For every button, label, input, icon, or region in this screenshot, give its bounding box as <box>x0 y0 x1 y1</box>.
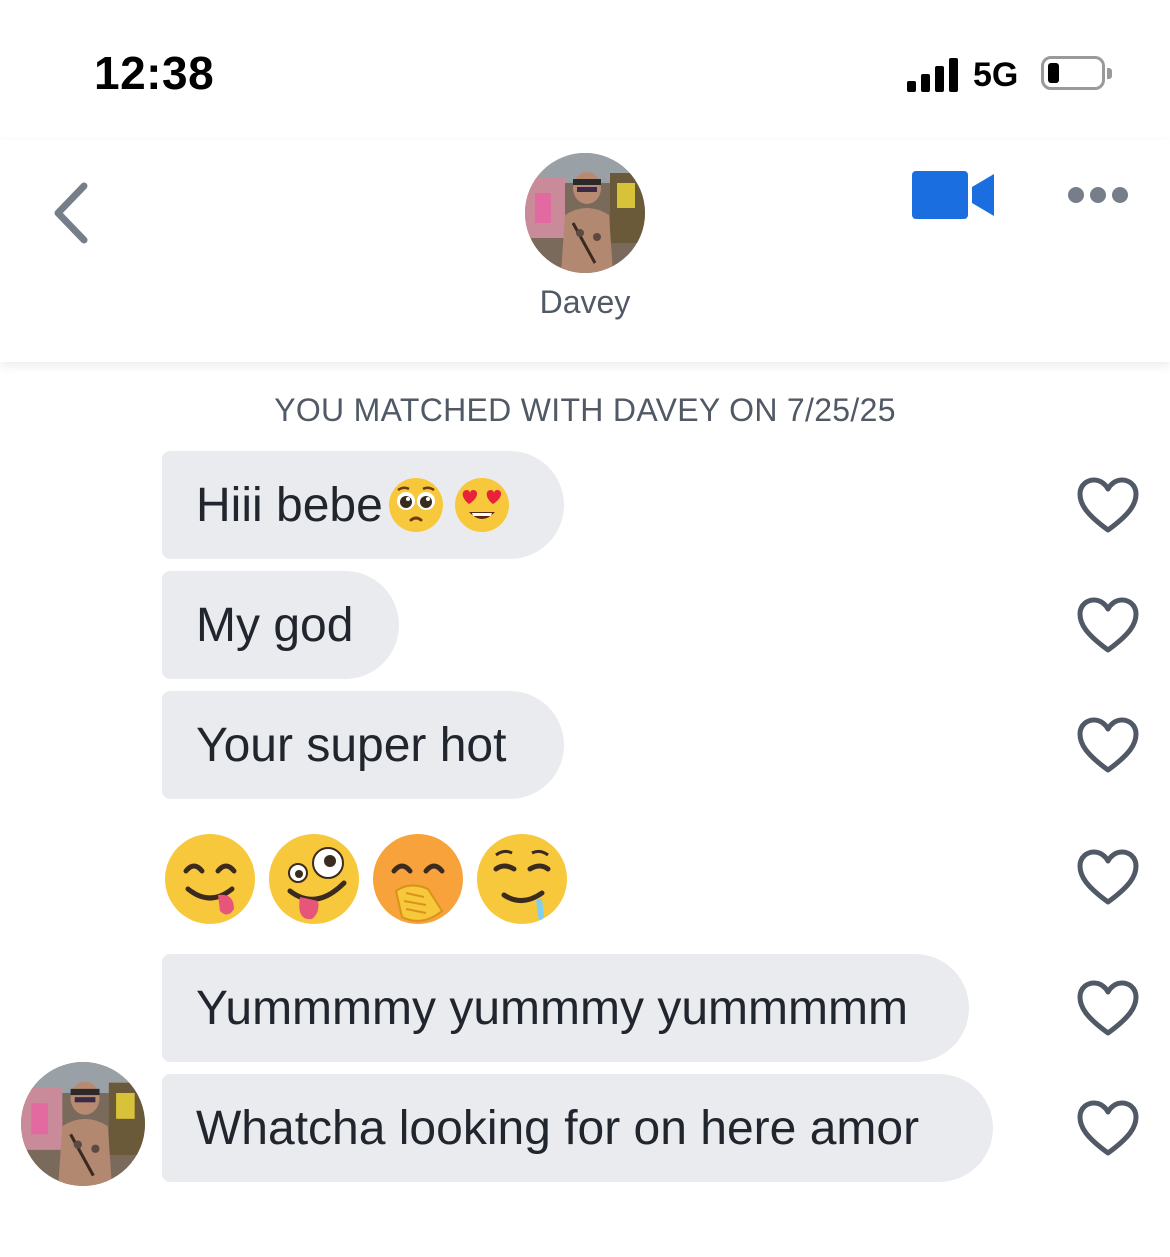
video-camera-icon <box>912 171 994 219</box>
status-time: 12:38 <box>94 47 215 99</box>
more-dot-icon <box>1068 187 1084 203</box>
drooling-face-icon <box>477 834 567 924</box>
like-message-button[interactable] <box>1076 476 1140 534</box>
heart-outline-icon <box>1077 717 1139 773</box>
like-message-button[interactable] <box>1076 848 1140 906</box>
video-call-button[interactable] <box>912 170 996 220</box>
heart-outline-icon <box>1077 849 1139 905</box>
heart-outline-icon <box>1077 1100 1139 1156</box>
face-with-hand-over-mouth-icon <box>373 834 463 924</box>
message-text: Yummmmy yummmy yummmmm <box>196 981 908 1035</box>
avatar-photo <box>21 1062 145 1186</box>
pleading-face-icon <box>388 478 443 532</box>
message-text: Hiii bebe <box>196 478 383 532</box>
status-bar: 12:38 5G <box>0 0 1170 140</box>
emoji-message[interactable] <box>162 826 570 932</box>
message-text: My god <box>196 598 354 652</box>
network-type: 5G <box>973 56 1019 94</box>
like-message-button[interactable] <box>1076 979 1140 1037</box>
more-dot-icon <box>1112 187 1128 203</box>
contact-avatar[interactable] <box>525 153 645 273</box>
message-bubble[interactable]: Yummmmy yummmy yummmmm <box>162 954 969 1062</box>
back-button[interactable] <box>40 178 110 248</box>
message-bubble[interactable]: Your super hot <box>162 691 564 799</box>
message-bubble[interactable]: Hiii bebe <box>162 451 564 559</box>
zany-face-icon <box>269 834 359 924</box>
like-message-button[interactable] <box>1076 596 1140 654</box>
contact-name[interactable]: Davey <box>0 284 1170 321</box>
chevron-left-icon <box>54 182 88 244</box>
more-dot-icon <box>1090 187 1106 203</box>
cellular-signal-icon <box>907 58 959 92</box>
heart-outline-icon <box>1077 597 1139 653</box>
message-bubble[interactable]: Whatcha looking for on here amor <box>162 1074 993 1182</box>
match-date-note: YOU MATCHED WITH DAVEY ON 7/25/25 <box>274 392 896 428</box>
like-message-button[interactable] <box>1076 1099 1140 1157</box>
message-text: Whatcha looking for on here amor <box>196 1101 920 1155</box>
message-text: Your super hot <box>196 718 507 772</box>
heart-outline-icon <box>1077 477 1139 533</box>
face-savoring-food-icon <box>165 834 255 924</box>
message-bubble[interactable]: My god <box>162 571 399 679</box>
heart-outline-icon <box>1077 980 1139 1036</box>
sender-avatar[interactable] <box>21 1062 145 1186</box>
heart-eyes-face-icon <box>454 478 509 532</box>
like-message-button[interactable] <box>1076 716 1140 774</box>
chat-header: Davey <box>0 140 1170 362</box>
battery-icon <box>1041 56 1112 90</box>
avatar-photo <box>525 153 645 273</box>
more-options-button[interactable] <box>1066 184 1130 208</box>
